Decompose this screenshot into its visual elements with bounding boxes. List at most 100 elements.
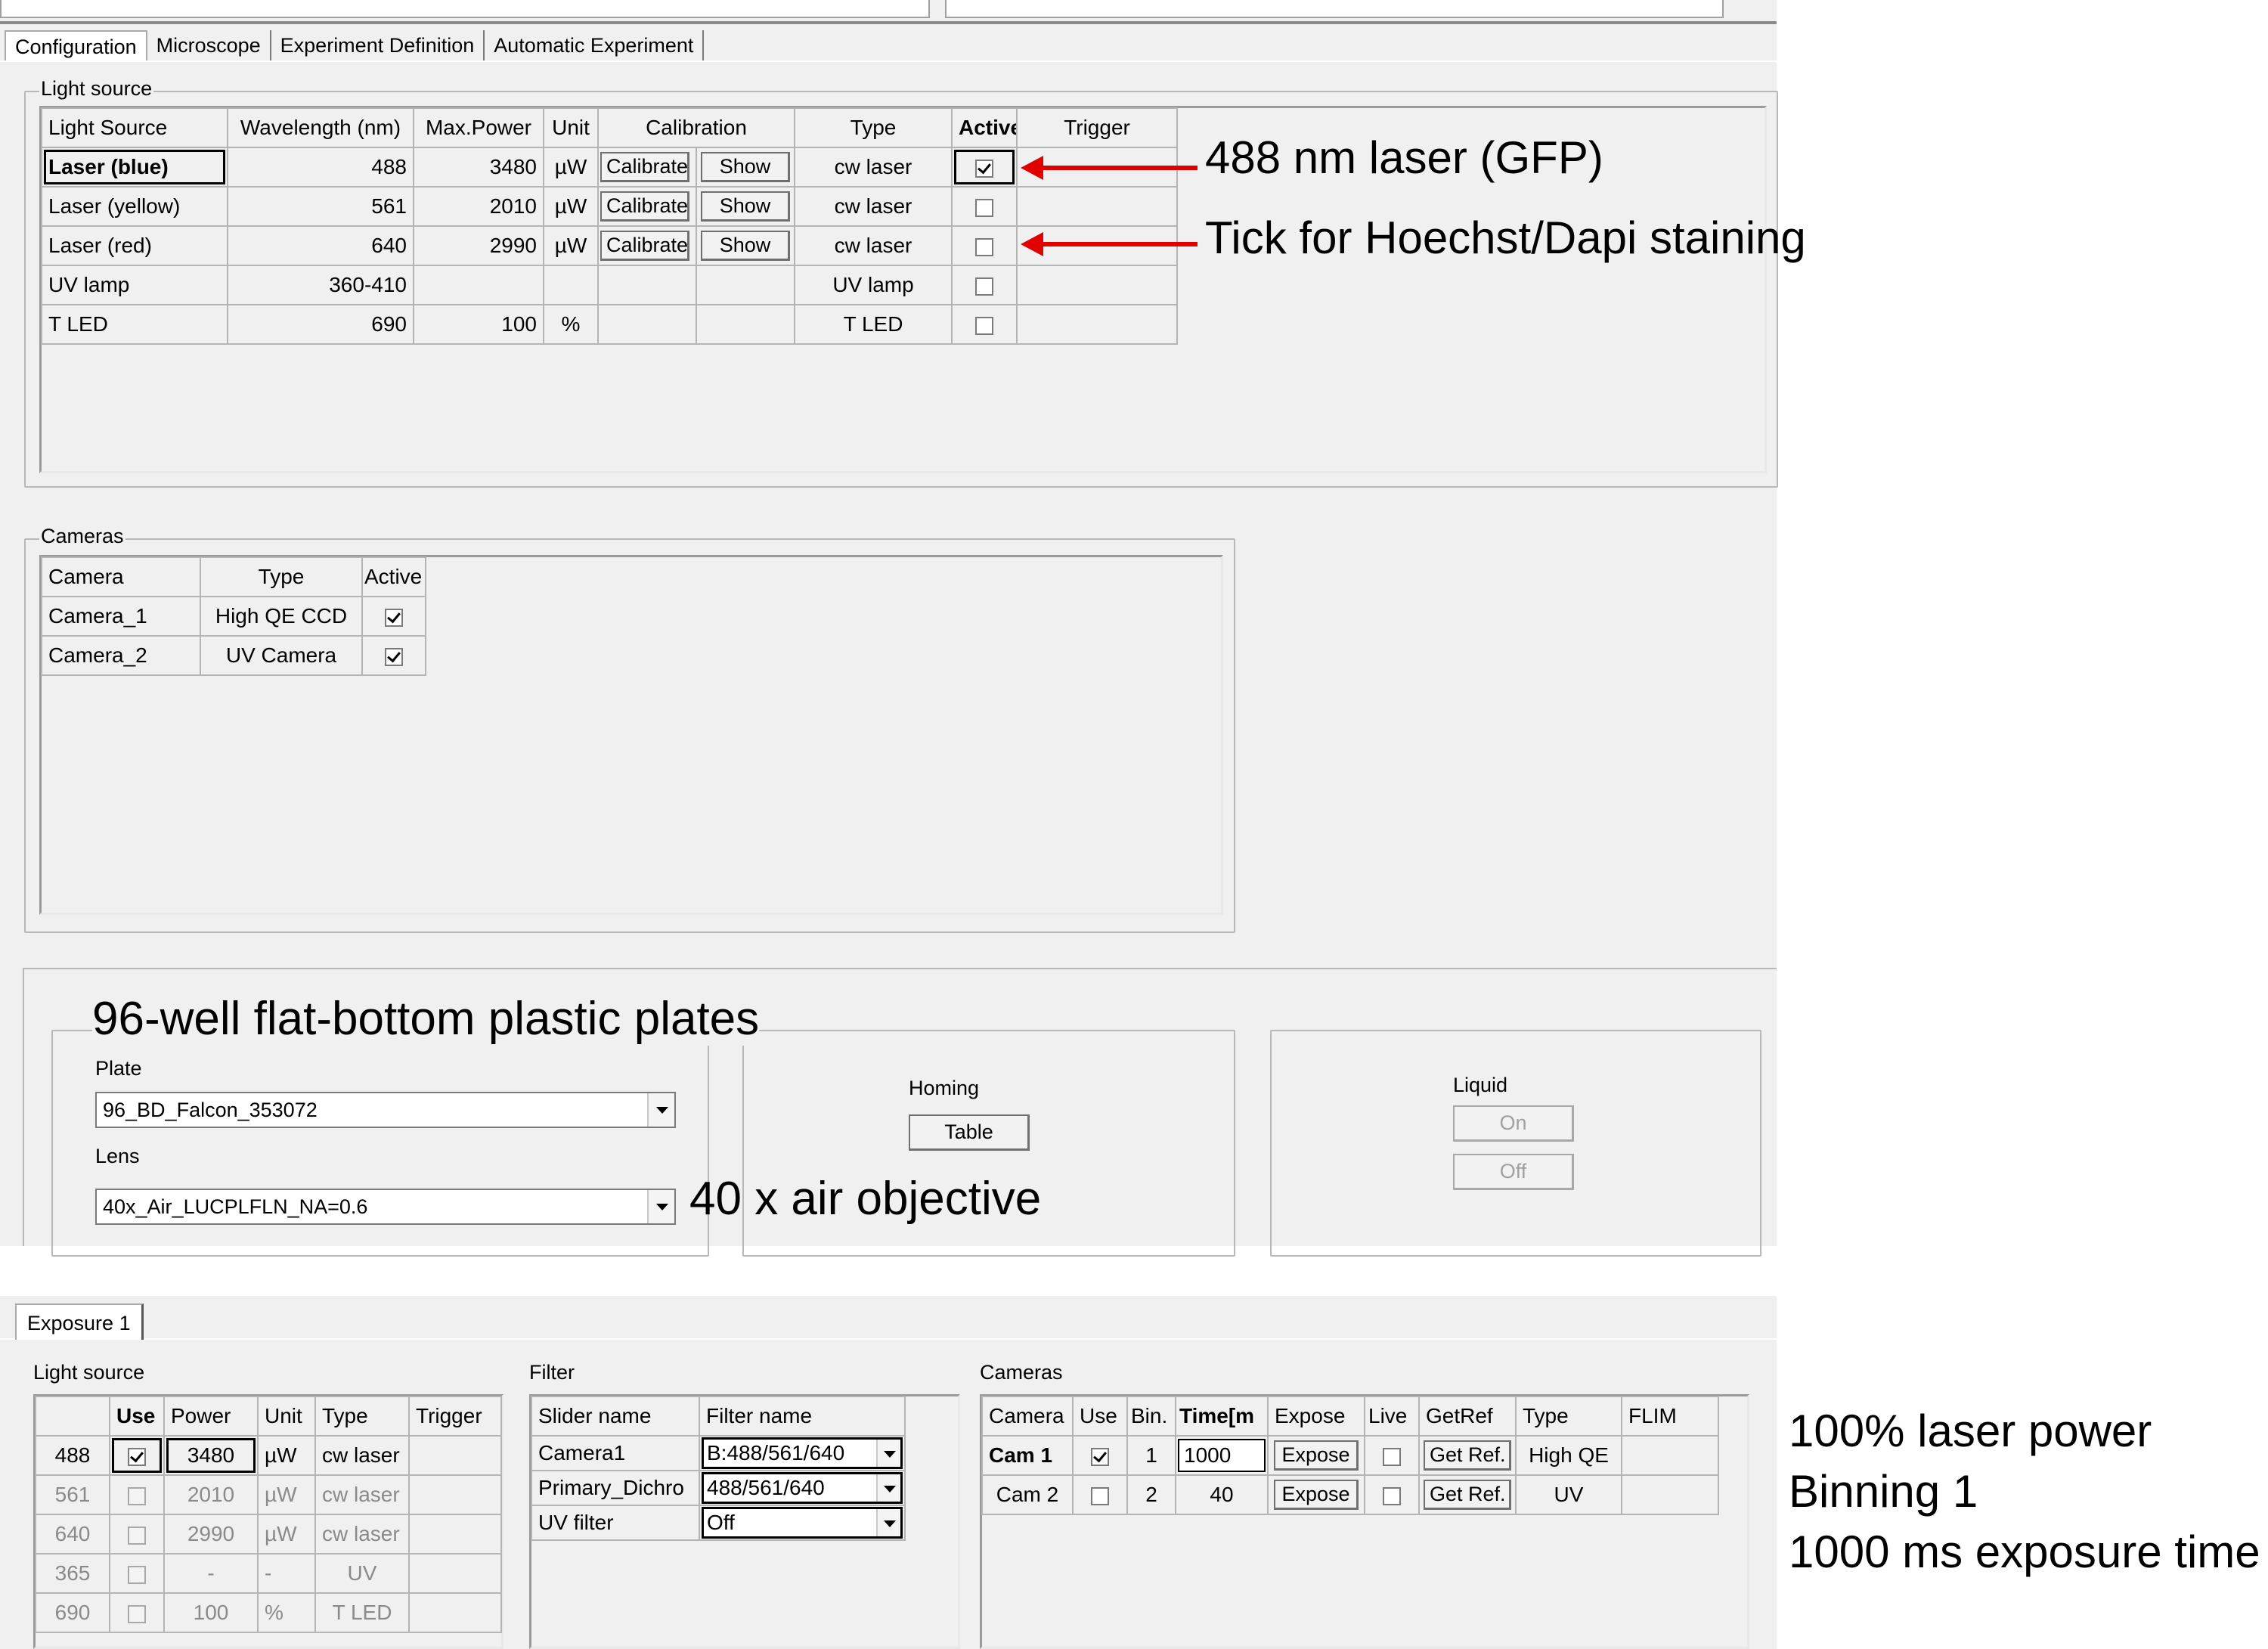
binning-value[interactable]: 2 (1126, 1474, 1176, 1515)
show-button[interactable]: Show (701, 231, 790, 261)
exposure-time-value[interactable]: 40 (1175, 1474, 1269, 1515)
active-checkbox[interactable] (975, 316, 994, 335)
trigger-cell[interactable] (408, 1553, 502, 1594)
max-power-value: 3480 (413, 147, 544, 188)
chevron-down-icon[interactable] (647, 1190, 674, 1223)
annotation-hoechst: Tick for Hoechst/Dapi staining (1205, 212, 1806, 263)
show-button[interactable]: Show (701, 152, 790, 182)
slider-name: UV filter (531, 1505, 700, 1541)
active-checkbox[interactable] (975, 237, 994, 256)
use-checkbox[interactable] (128, 1526, 146, 1545)
calibrate-button[interactable]: Calibrate (600, 152, 689, 182)
tab-configuration[interactable]: Configuration (5, 30, 147, 60)
wavelength-cell: 690 (35, 1592, 110, 1633)
trigger-cell[interactable] (408, 1514, 502, 1554)
light-name[interactable]: Laser (blue) (41, 147, 228, 188)
filter-select[interactable]: B:488/561/640 (702, 1437, 903, 1469)
trigger-cell[interactable] (1016, 186, 1179, 227)
trigger-cell[interactable] (1016, 304, 1179, 345)
table-button[interactable]: Table (909, 1114, 1030, 1151)
power-value[interactable]: 2010 (163, 1474, 259, 1515)
header-type: Type (200, 556, 363, 597)
exposure-light-table: Use Power Unit Type Trigger 488 3480 µW … (35, 1396, 502, 1633)
camera-active-checkbox[interactable] (385, 608, 403, 627)
plate-select[interactable]: 96_BD_Falcon_353072 (95, 1092, 676, 1128)
active-checkbox[interactable] (975, 277, 994, 296)
chevron-down-icon[interactable] (876, 1509, 900, 1536)
binning-value[interactable]: 1 (1126, 1435, 1176, 1476)
header-wavelength: Wavelength (nm) (227, 107, 414, 148)
live-checkbox[interactable] (1383, 1486, 1401, 1505)
header-expose: Expose (1267, 1396, 1365, 1437)
type-value: UV (314, 1553, 410, 1594)
tab-automatic-experiment[interactable]: Automatic Experiment (485, 30, 705, 60)
active-checkbox[interactable] (975, 198, 994, 217)
light-name[interactable]: Laser (yellow) (41, 186, 228, 227)
use-checkbox[interactable] (128, 1447, 146, 1466)
max-power-value: 100 (413, 304, 544, 345)
exposure-light-source-label: Light source (33, 1361, 145, 1384)
power-value[interactable]: 3480 (163, 1435, 259, 1476)
camera-name[interactable]: Camera_2 (41, 635, 201, 676)
live-checkbox[interactable] (1383, 1447, 1401, 1466)
use-checkbox[interactable] (128, 1604, 146, 1623)
trigger-cell[interactable] (408, 1474, 502, 1515)
header-calibration: Calibration (596, 107, 796, 148)
show-button[interactable]: Show (701, 191, 790, 222)
light-name[interactable]: T LED (41, 304, 228, 345)
expose-button[interactable]: Expose (1274, 1480, 1359, 1510)
camera-name[interactable]: Camera_1 (41, 596, 201, 637)
light-name[interactable]: Laser (red) (41, 225, 228, 266)
tab-strip-line (0, 60, 1777, 62)
type-value: T LED (314, 1592, 410, 1633)
trigger-cell[interactable] (1016, 265, 1179, 305)
header-slider-name: Slider name (531, 1396, 700, 1437)
tab-exposure-1[interactable]: Exposure 1 (15, 1303, 144, 1340)
liquid-off-button[interactable]: Off (1453, 1154, 1574, 1190)
tab-microscope[interactable]: Microscope (147, 30, 271, 60)
filter-select[interactable]: Off (702, 1507, 903, 1539)
liquid-on-button[interactable]: On (1453, 1105, 1574, 1142)
camera-type: High QE CCD (200, 596, 363, 637)
table-row: 365 - - UV (35, 1553, 502, 1594)
flim-cell[interactable] (1621, 1474, 1719, 1515)
trigger-cell[interactable] (408, 1435, 502, 1476)
unit-value: µW (257, 1514, 316, 1554)
camera-use-checkbox[interactable] (1091, 1447, 1109, 1466)
get-ref-button[interactable]: Get Ref. (1424, 1480, 1511, 1510)
chevron-down-icon[interactable] (876, 1440, 900, 1467)
expose-button[interactable]: Expose (1274, 1440, 1359, 1471)
exposure-time-input[interactable]: 1000 (1178, 1439, 1266, 1472)
power-value[interactable]: 100 (163, 1592, 259, 1633)
power-value[interactable]: 2990 (163, 1514, 259, 1554)
chevron-down-icon[interactable] (876, 1474, 900, 1502)
use-checkbox[interactable] (128, 1486, 146, 1505)
light-name[interactable]: UV lamp (41, 265, 228, 305)
flim-cell[interactable] (1621, 1435, 1719, 1476)
header-trigger: Trigger (408, 1396, 502, 1437)
chevron-down-icon[interactable] (647, 1093, 674, 1127)
calibrate-cell (597, 265, 697, 305)
camera-name[interactable]: Cam 1 (981, 1435, 1074, 1476)
show-cell (695, 304, 796, 345)
camera-type: UV Camera (200, 635, 363, 676)
camera-use-checkbox[interactable] (1091, 1486, 1109, 1505)
camera-name[interactable]: Cam 2 (981, 1474, 1074, 1515)
trigger-cell[interactable] (408, 1592, 502, 1633)
calibrate-button[interactable]: Calibrate (600, 231, 689, 261)
table-row: UV filter Off (531, 1505, 906, 1541)
lens-select[interactable]: 40x_Air_LUCPLFLN_NA=0.6 (95, 1189, 676, 1225)
camera-active-checkbox[interactable] (385, 647, 403, 666)
power-value[interactable]: - (163, 1553, 259, 1594)
header-camera: Camera (41, 556, 201, 597)
main-tabs: Configuration Microscope Experiment Defi… (5, 30, 705, 60)
table-row: 690 100 % T LED (35, 1592, 502, 1633)
cameras-group-label: Cameras (39, 525, 125, 548)
calibrate-button[interactable]: Calibrate (600, 191, 689, 222)
use-checkbox[interactable] (128, 1565, 146, 1584)
get-ref-button[interactable]: Get Ref. (1424, 1440, 1511, 1471)
table-row: Laser (blue) 488 3480 µW Calibrate Show … (41, 147, 1179, 188)
filter-select[interactable]: 488/561/640 (702, 1472, 903, 1504)
active-checkbox[interactable] (975, 159, 994, 178)
tab-experiment-definition[interactable]: Experiment Definition (271, 30, 485, 60)
